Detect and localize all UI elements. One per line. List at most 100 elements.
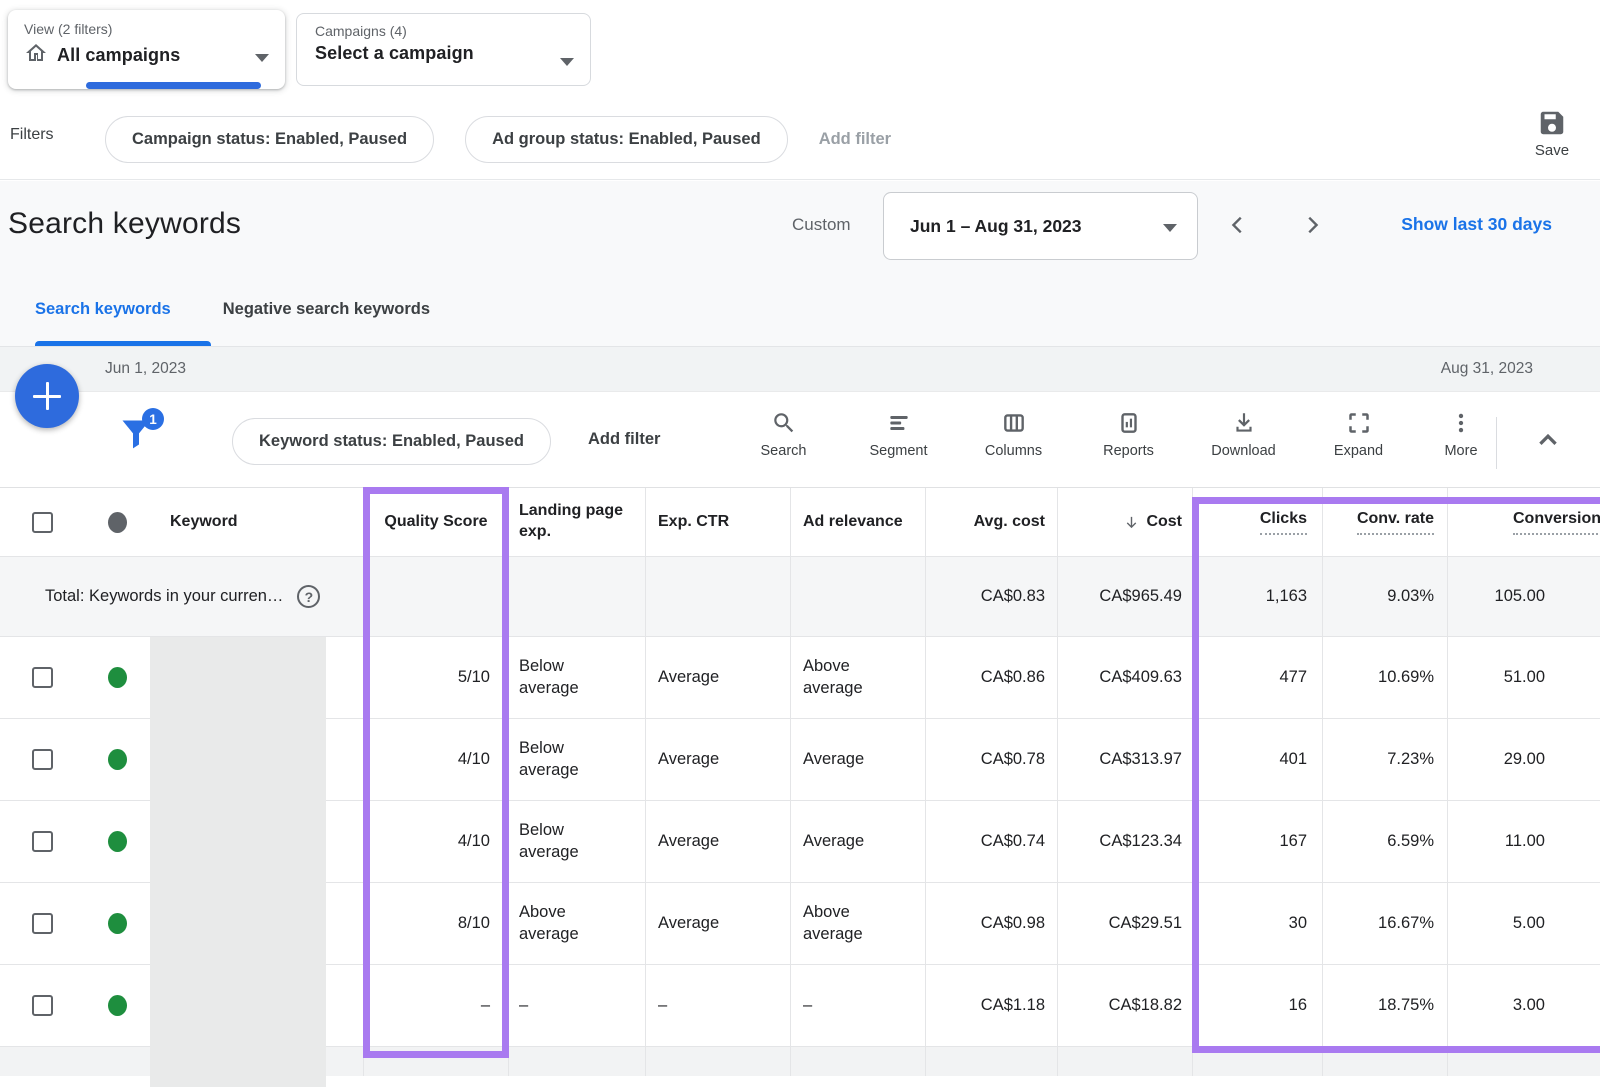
toolbar-actions: Search Segment Columns Reports xyxy=(726,410,1506,459)
avg-cost-cell: CA$1.18 xyxy=(925,965,1057,1046)
select-all-checkbox[interactable] xyxy=(32,512,53,533)
cost-cell: CA$18.82 xyxy=(1057,965,1192,1046)
ad-relevance-cell: Above average xyxy=(790,637,925,718)
chevron-down-icon xyxy=(255,54,269,62)
total-avg-cost: CA$0.83 xyxy=(925,557,1057,636)
google-ads-search-keywords-screen: View (2 filters) All campaigns Campaigns… xyxy=(0,0,1600,1087)
landing-page-exp-cell: Below average xyxy=(508,801,645,882)
filters-label: Filters xyxy=(10,126,54,144)
segment-button[interactable]: Segment xyxy=(841,410,956,459)
conversions-cell: 3.00 xyxy=(1447,965,1600,1046)
column-header-clicks[interactable]: Clicks xyxy=(1192,488,1322,556)
conversions-cell: 51.00 xyxy=(1447,637,1600,718)
avg-cost-cell: CA$0.86 xyxy=(925,637,1057,718)
landing-page-exp-cell: Below average xyxy=(508,637,645,718)
total-conversions: 105.00 xyxy=(1447,557,1600,636)
conv-rate-cell: 7.23% xyxy=(1322,719,1447,800)
clicks-cell: 167 xyxy=(1192,801,1322,882)
exp-ctr-cell: Average xyxy=(645,801,790,882)
filter-chip-ad-group-status[interactable]: Ad group status: Enabled, Paused xyxy=(465,116,788,163)
add-filter-button[interactable]: Add filter xyxy=(819,130,891,149)
status-enabled-dot[interactable] xyxy=(108,831,127,852)
timeline-band: Jun 1, 2023 Aug 31, 2023 xyxy=(0,346,1600,392)
filter-chip-campaign-status[interactable]: Campaign status: Enabled, Paused xyxy=(105,116,434,163)
filter-chip-keyword-status[interactable]: Keyword status: Enabled, Paused xyxy=(232,418,551,465)
ad-relevance-cell: Average xyxy=(790,801,925,882)
date-range-picker[interactable]: Jun 1 – Aug 31, 2023 xyxy=(883,192,1198,260)
filters-bar: Filters Campaign status: Enabled, Paused… xyxy=(0,100,1600,180)
columns-button[interactable]: Columns xyxy=(956,410,1071,459)
ad-relevance-cell: Average xyxy=(790,719,925,800)
status-enabled-dot[interactable] xyxy=(108,667,127,688)
keyword-tabs: Search keywords Negative search keywords xyxy=(35,300,430,319)
column-header-keyword[interactable]: Keyword xyxy=(150,488,363,556)
column-header-ad-relevance[interactable]: Ad relevance xyxy=(790,488,925,556)
expand-icon xyxy=(1301,410,1416,436)
column-header-landing-page-exp[interactable]: Landing page exp. xyxy=(508,488,645,556)
next-date-range-button[interactable] xyxy=(1292,205,1332,245)
reports-icon xyxy=(1071,410,1186,436)
quality-score-cell: – xyxy=(363,965,508,1046)
ad-relevance-cell: Above average xyxy=(790,883,925,964)
conversions-cell: 29.00 xyxy=(1447,719,1600,800)
status-enabled-dot[interactable] xyxy=(108,995,127,1016)
conv-rate-cell: 18.75% xyxy=(1322,965,1447,1046)
clicks-cell: 401 xyxy=(1192,719,1322,800)
chevron-up-icon xyxy=(1535,427,1561,453)
add-keyword-fab[interactable] xyxy=(15,364,79,428)
avg-cost-cell: CA$0.98 xyxy=(925,883,1057,964)
exp-ctr-cell: – xyxy=(645,965,790,1046)
timeline-end-date: Aug 31, 2023 xyxy=(1441,360,1533,378)
row-checkbox[interactable] xyxy=(32,831,53,852)
row-checkbox[interactable] xyxy=(32,995,53,1016)
table-header-row: Keyword Quality Score Landing page exp. … xyxy=(0,487,1600,557)
save-icon xyxy=(1520,108,1584,138)
show-last-30-days-link[interactable]: Show last 30 days xyxy=(1401,214,1552,235)
column-header-conv-rate[interactable]: Conv. rate xyxy=(1322,488,1447,556)
tab-search-keywords[interactable]: Search keywords xyxy=(35,300,171,319)
quality-score-cell: 4/10 xyxy=(363,719,508,800)
home-icon xyxy=(24,41,48,70)
chevron-down-icon xyxy=(560,58,574,66)
campaign-selector[interactable]: Campaigns (4) Select a campaign xyxy=(296,13,591,86)
exp-ctr-cell: Average xyxy=(645,883,790,964)
column-header-avg-cost[interactable]: Avg. cost xyxy=(925,488,1057,556)
campaign-selector-value: Select a campaign xyxy=(315,43,474,64)
timeline-start-date: Jun 1, 2023 xyxy=(105,360,186,378)
row-checkbox[interactable] xyxy=(32,749,53,770)
more-button[interactable]: More xyxy=(1416,410,1506,459)
total-clicks: 1,163 xyxy=(1192,557,1322,636)
download-button[interactable]: Download xyxy=(1186,410,1301,459)
column-header-conversions[interactable]: Conversions xyxy=(1447,488,1600,556)
cost-cell: CA$29.51 xyxy=(1057,883,1192,964)
avg-cost-cell: CA$0.78 xyxy=(925,719,1057,800)
column-header-exp-ctr[interactable]: Exp. CTR xyxy=(645,488,790,556)
status-enabled-dot[interactable] xyxy=(108,749,127,770)
column-header-cost[interactable]: Cost xyxy=(1057,488,1192,556)
reports-button[interactable]: Reports xyxy=(1071,410,1186,459)
toolbar-divider xyxy=(1496,417,1497,469)
cost-cell: CA$123.34 xyxy=(1057,801,1192,882)
help-icon[interactable]: ? xyxy=(297,585,320,608)
cost-cell: CA$409.63 xyxy=(1057,637,1192,718)
view-selector[interactable]: View (2 filters) All campaigns xyxy=(8,10,285,89)
search-button[interactable]: Search xyxy=(726,410,841,459)
add-filter-button-table[interactable]: Add filter xyxy=(588,430,660,449)
previous-date-range-button[interactable] xyxy=(1218,205,1258,245)
expand-button[interactable]: Expand xyxy=(1301,410,1416,459)
save-button[interactable]: Save xyxy=(1520,108,1584,159)
sort-descending-icon xyxy=(1123,514,1140,531)
conv-rate-cell: 10.69% xyxy=(1322,637,1447,718)
ad-relevance-cell: – xyxy=(790,965,925,1046)
tab-negative-search-keywords[interactable]: Negative search keywords xyxy=(223,300,430,319)
chevron-down-icon xyxy=(1163,224,1177,232)
collapse-table-button[interactable] xyxy=(1528,424,1568,456)
total-conv-rate: 9.03% xyxy=(1322,557,1447,636)
column-header-quality-score[interactable]: Quality Score xyxy=(363,488,508,556)
active-filters-button[interactable]: 1 xyxy=(118,414,162,464)
row-checkbox[interactable] xyxy=(32,667,53,688)
view-selector-value: All campaigns xyxy=(57,45,180,66)
status-enabled-dot[interactable] xyxy=(108,913,127,934)
row-checkbox[interactable] xyxy=(32,913,53,934)
exp-ctr-cell: Average xyxy=(645,719,790,800)
